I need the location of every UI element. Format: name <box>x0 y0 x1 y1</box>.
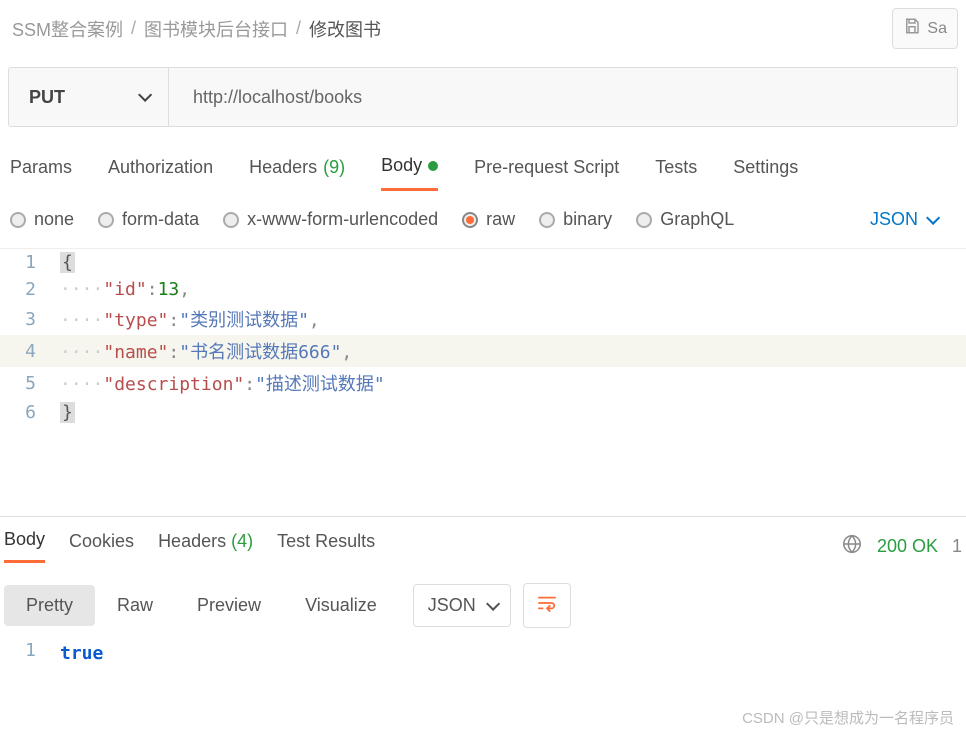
radio-urlencoded[interactable]: x-www-form-urlencoded <box>223 209 438 230</box>
tab-authorization[interactable]: Authorization <box>108 151 213 191</box>
tab-body[interactable]: Body <box>381 151 438 191</box>
view-pretty[interactable]: Pretty <box>4 585 95 626</box>
response-value: true <box>60 643 103 664</box>
chevron-down-icon <box>926 210 940 224</box>
radio-raw[interactable]: raw <box>462 209 515 230</box>
radio-icon <box>636 212 652 228</box>
globe-icon[interactable] <box>841 533 863 560</box>
breadcrumb: SSM整合案例 / 图书模块后台接口 / 修改图书 <box>12 16 381 42</box>
response-time: 1 <box>952 536 962 557</box>
save-button[interactable]: Sa <box>892 8 958 49</box>
http-method-value: PUT <box>29 87 65 108</box>
request-row: PUT <box>8 67 958 127</box>
breadcrumb-mid[interactable]: 图书模块后台接口 <box>144 16 288 42</box>
tab-settings[interactable]: Settings <box>733 151 798 191</box>
line-number: 3 <box>0 309 60 330</box>
chevron-down-icon <box>138 88 152 102</box>
breadcrumb-current: 修改图书 <box>309 16 381 42</box>
view-preview[interactable]: Preview <box>175 585 283 626</box>
tab-headers[interactable]: Headers (9) <box>249 151 345 191</box>
watermark: CSDN @只是想成为一名程序员 <box>742 707 954 728</box>
radio-graphql[interactable]: GraphQL <box>636 209 734 230</box>
radio-form-data[interactable]: form-data <box>98 209 199 230</box>
breadcrumb-sep: / <box>131 18 136 39</box>
radio-icon <box>462 212 478 228</box>
response-body-editor[interactable]: 1 true <box>0 640 966 667</box>
tab-params[interactable]: Params <box>10 151 72 191</box>
status-code: 200 OK <box>877 536 938 557</box>
save-label: Sa <box>927 20 947 38</box>
radio-none[interactable]: none <box>10 209 74 230</box>
response-view-row: Pretty Raw Preview Visualize JSON <box>0 575 966 640</box>
wrap-lines-button[interactable] <box>523 583 571 628</box>
line-number: 1 <box>0 252 60 273</box>
response-tab-cookies[interactable]: Cookies <box>69 531 134 562</box>
radio-icon <box>10 212 26 228</box>
radio-icon <box>223 212 239 228</box>
tab-tests[interactable]: Tests <box>655 151 697 191</box>
view-raw[interactable]: Raw <box>95 585 175 626</box>
save-icon <box>903 17 921 40</box>
breadcrumb-sep: / <box>296 18 301 39</box>
line-number: 4 <box>0 341 60 362</box>
radio-icon <box>98 212 114 228</box>
breadcrumb-root[interactable]: SSM整合案例 <box>12 16 123 42</box>
request-tabs: Params Authorization Headers (9) Body Pr… <box>0 151 966 191</box>
url-input[interactable] <box>169 68 957 126</box>
body-type-row: none form-data x-www-form-urlencoded raw… <box>0 191 966 248</box>
chevron-down-icon <box>486 596 500 610</box>
response-tab-test-results[interactable]: Test Results <box>277 531 375 562</box>
view-visualize[interactable]: Visualize <box>283 585 399 626</box>
response-format-select[interactable]: JSON <box>413 584 511 627</box>
line-number: 5 <box>0 373 60 394</box>
http-method-select[interactable]: PUT <box>9 68 169 126</box>
response-tabs: Body Cookies Headers (4) Test Results 20… <box>0 517 966 575</box>
modified-dot-icon <box>428 161 438 171</box>
line-number: 2 <box>0 279 60 300</box>
tab-prerequest[interactable]: Pre-request Script <box>474 151 619 191</box>
line-number: 6 <box>0 402 60 423</box>
content-type-select[interactable]: JSON <box>870 209 936 230</box>
radio-binary[interactable]: binary <box>539 209 612 230</box>
line-number: 1 <box>0 640 60 667</box>
response-tab-headers[interactable]: Headers (4) <box>158 531 253 562</box>
response-tab-body[interactable]: Body <box>4 529 45 563</box>
request-body-editor[interactable]: 1 { 2 ····"id":13, 3 ····"type":"类别测试数据"… <box>0 248 966 516</box>
radio-icon <box>539 212 555 228</box>
